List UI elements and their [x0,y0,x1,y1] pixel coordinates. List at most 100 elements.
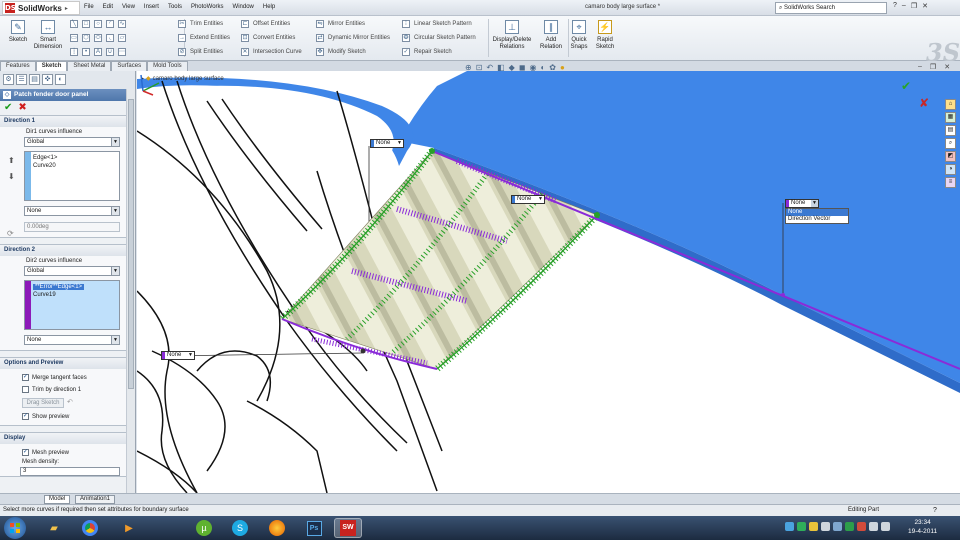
display-manager-icon[interactable]: ◐ [55,74,66,85]
file-explorer-icon[interactable]: ▤ [945,125,956,136]
model-canvas[interactable] [137,71,960,493]
rapid-sketch-button[interactable]: ⚡ Rapid Sketch [592,20,618,51]
circular-pattern-button[interactable]: ❂ Circular Sketch Pattern [402,33,476,42]
smart-dimension-button[interactable]: ↔ Smart Dimension [31,20,65,51]
help-icon[interactable]: ? [893,2,897,10]
list-item[interactable]: Curve20 [33,162,119,170]
network-icon[interactable] [869,522,878,531]
minimize-icon[interactable]: – [902,2,906,10]
property-manager-icon[interactable]: ☰ [16,74,27,85]
tray-app-icon[interactable] [833,522,842,531]
dropdown-option[interactable]: None [786,209,848,216]
connector-callout-1[interactable]: None ▼ [370,139,404,148]
list-item[interactable]: Curve19 [33,291,119,299]
design-library-icon[interactable]: ▦ [945,112,956,123]
explorer-app-icon[interactable]: ▰ [40,518,68,538]
dir1-curves-list[interactable]: Edge<1> Curve20 [24,151,120,201]
tray-app-icon[interactable] [785,522,794,531]
custom-properties-icon[interactable]: ≡ [945,177,956,188]
dropdown-option[interactable]: Direction Vector [786,216,848,223]
cancel-icon[interactable]: ✖ [18,103,26,113]
dir2-curves-list[interactable]: **Error**Edge<1> Curve19 [24,280,120,330]
direction2-header[interactable]: Direction 2⌃ [0,245,135,256]
doc-minimize-icon[interactable]: – [918,63,922,71]
display-delete-relations-button[interactable]: ⊥ Display/Delete Relations [491,20,533,51]
sketch-button[interactable]: ✎ Sketch [3,20,33,44]
connector-callout-4[interactable]: None ▼ [161,351,195,360]
tab-mold-tools[interactable]: Mold Tools [147,61,188,71]
doc-close-icon[interactable]: ✕ [944,63,950,71]
dir1-influence-select[interactable]: Global ▼ [24,137,120,147]
volume-icon[interactable] [881,522,890,531]
connector-callout-2[interactable]: None ▼ [511,195,545,204]
menu-photoworks[interactable]: PhotoWorks [191,4,224,10]
dir2-influence-select[interactable]: Global ▼ [24,266,120,276]
quick-snaps-button[interactable]: ⌖ Quick Snaps [568,20,590,51]
menu-window[interactable]: Window [233,4,254,10]
display-header[interactable]: Display⌃ [0,433,135,444]
trim-entities-button[interactable]: ✂ Trim Entities [178,19,230,28]
arrow-down-icon[interactable]: ⬇ [8,171,15,183]
modify-sketch-button[interactable]: ✥ Modify Sketch [316,47,390,56]
circle-icon[interactable]: ○ [94,19,102,28]
restore-icon[interactable]: ❐ [911,2,917,10]
merge-tangent-checkbox[interactable]: ✓ Merge tangent faces [0,374,135,381]
extend-entities-button[interactable]: → Extend Entities [178,33,230,42]
error-list-item[interactable]: **Error**Edge<1> [33,284,85,290]
direction1-header[interactable]: Direction 1⌃ [0,116,135,127]
offset-entities-button[interactable]: ⊏ Offset Entities [241,19,302,28]
resources-icon[interactable]: ⌂ [945,99,956,110]
green-handle[interactable] [429,148,435,154]
tab-surfaces[interactable]: Surfaces [111,61,148,71]
tab-features[interactable]: Features [0,61,36,71]
media-player-icon[interactable]: ▶ [115,518,143,538]
text-icon[interactable]: A [94,47,102,56]
parabola-icon[interactable]: ∪ [106,47,114,56]
confirm-ok-icon[interactable]: ✔ [901,79,911,93]
taskbar-clock[interactable]: 23:34 19-4-2011 [908,518,937,536]
dir1-angle-input[interactable]: 0.00deg [24,222,120,232]
dynamic-mirror-button[interactable]: ⇄ Dynamic Mirror Entities [316,33,390,42]
photoshop-app-icon[interactable]: Ps [300,518,328,538]
start-button[interactable] [4,517,26,539]
construction-icon[interactable]: ⋯ [118,47,126,56]
purple-handle[interactable] [781,293,785,297]
add-relation-button[interactable]: ∥ Add Relation [537,20,565,51]
black-handle[interactable] [360,348,366,354]
view-palette-icon[interactable]: ◩ [945,151,956,162]
tray-app-icon[interactable] [857,522,866,531]
polygon-icon[interactable]: ⬡ [82,33,90,42]
intersection-curve-button[interactable]: ✕ Intersection Curve [241,47,302,56]
search-results-icon[interactable]: ⌕ [945,138,956,149]
undo-icon[interactable]: ↶ [67,399,73,406]
menu-tools[interactable]: Tools [168,4,182,10]
arc-icon[interactable]: ◜ [106,19,114,28]
centerline-icon[interactable]: ┆ [70,47,78,56]
tray-app-icon[interactable] [809,522,818,531]
repair-sketch-button[interactable]: ✓ Repair Sketch [402,47,476,56]
options-header[interactable]: Options and Preview⌃ [0,358,135,369]
show-preview-checkbox[interactable]: ✓ Show preview [0,413,135,425]
split-entities-button[interactable]: ⊘ Split Entities [178,47,230,56]
configuration-manager-icon[interactable]: ▤ [29,74,40,85]
skype-app-icon[interactable]: S [226,518,254,538]
tray-app-icon[interactable] [845,522,854,531]
mirror-entities-button[interactable]: ⇋ Mirror Entities [316,19,390,28]
solidworks-app-icon[interactable]: SW [334,518,362,538]
line-icon[interactable]: ╲ [70,19,78,28]
mesh-density-input[interactable]: 3 [20,467,120,476]
convert-entities-button[interactable]: ⊡ Convert Entities [241,33,302,42]
tab-sketch[interactable]: Sketch [35,61,68,71]
menu-edit[interactable]: Edit [103,4,113,10]
trim-by-direction-checkbox[interactable]: Trim by direction 1 [0,386,135,393]
search-input[interactable]: ⌕ SolidWorks Search [775,2,887,14]
plane-icon[interactable]: ▱ [118,33,126,42]
tray-app-icon[interactable] [797,522,806,531]
green-handle[interactable] [594,212,600,218]
point-icon[interactable]: • [82,47,90,56]
tray-app-icon[interactable] [821,522,830,531]
rectangle-icon[interactable]: □ [82,19,90,28]
tab-animation1[interactable]: Animation1 [75,495,116,504]
connector-callout-3[interactable]: None ▼ [785,199,819,208]
firefox-app-icon[interactable] [263,518,291,538]
